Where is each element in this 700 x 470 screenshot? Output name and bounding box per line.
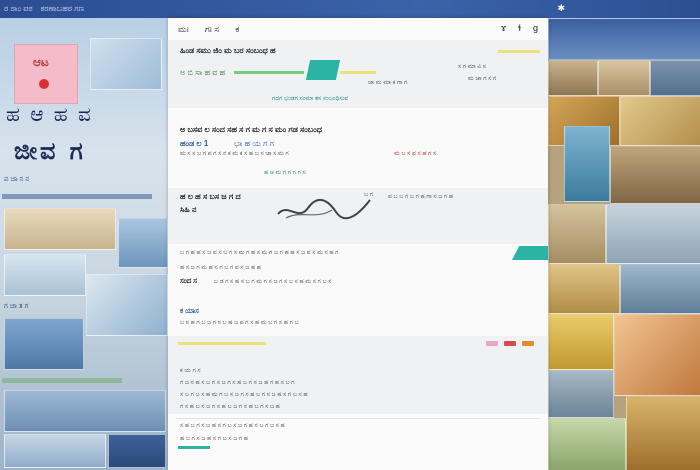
collage-stripe — [2, 194, 152, 199]
highlight-bar — [178, 342, 266, 345]
collage-tile — [564, 126, 610, 202]
left-collage: ಆಟ ಹ ಆ ಹ ವ ಜೀವ ಗ ಪ ಜಾ ಸ ನ ಗ ಚಾ ತ ಗ — [0, 18, 168, 470]
body-line: ಸ ಬ ಗ ಜ ಸ ಹ ಮ ಗ ಬ ಸ ಜ ಗ ಸ ಹ ಬ ಗ ಸ ಜ ಹ ಸ … — [180, 392, 308, 398]
section-title: ಹ ಲ ಹ ಸ ಬಸ ಜ ಗ ದ — [180, 192, 241, 201]
collage-note: ಗ ಚಾ ತ ಗ — [4, 303, 29, 310]
section-detail: ಭಾ ಹ ಯ ಗ ಗ — [234, 139, 274, 148]
side-line: ಪ ಬ ಬ ಗ ಬ ಗ ಹ ಗಾ ಸ ಜ ಗ ಹ — [388, 194, 454, 200]
body-line: ಗ ಸ ಹ ಬ ಸ ಜ ಗ ಸ ಹ ಬ ಜ ಗ ಸ ಹ ಬ ಗ ಸ ಜ ಹ — [180, 404, 280, 410]
collage-thumb — [108, 434, 166, 468]
section-lead: ಹಂಡ ಲ 1 — [180, 139, 209, 148]
collage-tile — [548, 314, 614, 370]
collage-tile — [650, 60, 700, 96]
pink-chip[interactable] — [486, 341, 498, 346]
collage-tile — [598, 60, 650, 96]
section-subtitle: ಅ ಬಿ ಸಾ ಹ ವ ಹ — [180, 68, 226, 77]
section-title: ಅ ಬಸವ ಲ ಸಂದ ಸಹ ಸ ಗ ಮ ಗ ಸ ಮಂ ಗಡ ಸಂಬಂಧ — [180, 125, 322, 134]
body-line: ಬ ಸ ಹ ಗ ಬ ಜ ಗ ಸ ಬ ಹ ಜ ಪ ಗ ಸ ಹ ಮ ಬ ಗ ಸ ಹ … — [180, 320, 299, 326]
section-title: ಹಿಂಡ ಸಮು ಜಿಂ ಮ ಬರ ಸಂಬಂಧ ಹ — [180, 46, 276, 55]
doc-nav: ಮಃ ಗಃ ಸ ಕ ɤ ɬ ɡ — [168, 18, 548, 41]
teal-bar — [178, 446, 210, 449]
poster-image: ಆಟ — [14, 44, 78, 104]
body-lead: ಕ ಯಾಸ — [180, 308, 199, 315]
orange-chip[interactable] — [522, 341, 534, 346]
collage-tile — [548, 370, 614, 418]
caption: ಗದಗ ಭಂಡಗ ಸಂಮಾ ತಸ ಸಂಬಂಧಿಸುವ — [272, 96, 349, 102]
breadcrumb-section[interactable]: ಕಠಣಾಬಹಠ ಗಣ — [41, 4, 85, 14]
collage-tile — [620, 96, 700, 146]
collage-tile — [606, 204, 700, 264]
signature-scribble — [277, 198, 371, 220]
green-bar — [234, 71, 304, 74]
collage-thumb — [90, 38, 162, 90]
highlight-bar — [340, 71, 376, 74]
body-lead: ಸಂದ ಸ — [180, 278, 198, 285]
collage-thumb — [118, 218, 168, 268]
section-band — [168, 108, 548, 188]
top-bar: ಠ ಠಾಂ ಪಠ ಕಠಣಾಬಹಠ ಗಣ ✱ — [0, 0, 700, 18]
poster-text: ಆಟ — [33, 55, 49, 69]
collage-tile — [548, 418, 626, 470]
section-lead: ಕ ಯ ಗ ಸ — [180, 368, 201, 374]
teal-caption: ಹ ಆ ಮ ಗ ಗ ಗ ಗ ಸ — [264, 170, 306, 176]
collage-thumb — [4, 254, 86, 296]
collage-tile — [548, 264, 620, 314]
collage-thumb — [86, 274, 168, 336]
collage-tile — [614, 314, 700, 396]
collage-thumb — [4, 434, 106, 468]
collage-tile — [610, 146, 700, 204]
nav-item[interactable]: ಕ — [235, 24, 239, 35]
right-collage — [548, 18, 700, 470]
section-sub: ಸಿಹಿ ನ — [180, 205, 197, 214]
nav-item[interactable]: ಗಃ ಸ — [205, 24, 219, 35]
red-chip[interactable] — [504, 341, 516, 346]
body-line: ಹ ಬ ಗ ಸ ಜ ಹ ಸ ಗ ಬ ಸ ಜ ಗ ಹ — [180, 436, 248, 442]
body-line: ಗ ಜ ಸ ಹ ಸ ಬ ಗ ಸ ಜ ಗ ಸ ಹ ಬ ಗ ಸ ಜ ಹ ಗ ಹ ಸ … — [180, 380, 295, 386]
section-body: ಮ ಸ ಸ ಬ ಗ ಪ ಗ ಸ ನ ಕ ಮ ಕ ಸ ಹ ಬ ಸ ಜಾ ಸ ಮ ಗ — [180, 151, 289, 157]
collage-tile — [620, 264, 700, 314]
collage-tile — [548, 60, 598, 96]
collage-headline: ಹ ಆ ಹ ವ — [6, 102, 93, 126]
side-line: ಬ ಗ — [364, 192, 373, 198]
side-line: ಸ ಗ ಮಾ ವಿ ಸ — [458, 64, 486, 70]
body-line: ಬ ಡ ಗ ಸ ಹ ಸ ಬ ಗ ಮ ಗ ಸ ಜ ಗ ಸ ಬ ಸ ಹ ಮ ಸ ಗ … — [214, 279, 332, 285]
side-line: ಮ ಜಾ ಗ ಸ ಗ — [468, 76, 497, 82]
body-line: ಸ ಹ ಬ ಗ ಸ ಜ ಹ ಸ ಗ ಬ ಸ ಜ ಗ ಹ ಸ ಬ ಗ ಜ ಸ ಹ — [180, 423, 285, 429]
collage-tile — [626, 396, 700, 470]
collage-tile — [548, 204, 606, 264]
section-band — [168, 336, 548, 414]
breadcrumb-home[interactable]: ಠ ಠಾಂ ಪಠ — [4, 4, 33, 14]
red-dot-icon — [39, 79, 49, 89]
divider — [176, 418, 540, 419]
highlight-bar — [498, 50, 540, 53]
collage-note: ಪ ಜಾ ಸ ನ — [4, 176, 30, 183]
settings-icon[interactable]: ɡ — [533, 23, 538, 33]
body-line: ಹ ಸ ಜ ಗ ಮ ಹ ಸ ಗ ಬ ಗ ಪ ಸ ಜ ಹ ಹ — [180, 265, 261, 271]
user-icon[interactable]: ɬ — [518, 23, 521, 33]
document-panel: ಮಃ ಗಃ ಸ ಕ ɤ ɬ ɡ ಹಿಂಡ ಸಮು ಜಿಂ ಮ ಬರ ಸಂಬಂಧ … — [168, 18, 548, 470]
body-line: ಬ ಗ ಹ ಹ ಸ ಜ ಪ ಸ ಬ ಗ ಸ ಮ ಗ ಹ ಸ ಮ ಗ ಜ ಗ ಹ … — [180, 250, 339, 256]
section-highlight: ಮ ಬ ಸ ಪ ಸ ಹ ಗ ಸ — [394, 151, 437, 157]
collage-tile — [548, 18, 700, 60]
bookmark-icon[interactable]: ✱ — [557, 3, 565, 14]
collage-thumb — [4, 390, 166, 432]
teal-shape — [305, 60, 341, 80]
collage-subheadline: ಜೀವ ಗ — [14, 136, 86, 165]
mid-line: ಜಾ ಮ ಮಾ ಕ ಗಾ ಗ — [368, 80, 408, 86]
nav-item[interactable]: ಮಃ — [178, 24, 189, 35]
collage-thumb — [4, 208, 116, 250]
collage-stripe — [2, 378, 122, 383]
search-icon[interactable]: ɤ — [501, 23, 507, 33]
collage-thumb — [4, 318, 84, 370]
